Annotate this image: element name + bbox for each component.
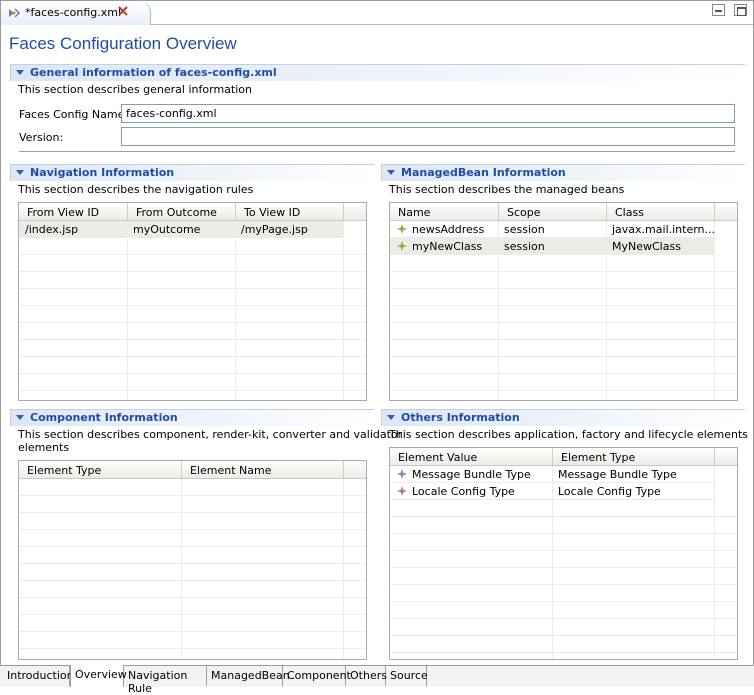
- navigation-section-header[interactable]: Navigation Information: [10, 164, 374, 181]
- cell-element-value: Message Bundle Type: [412, 468, 531, 481]
- cell-name: newsAddress: [412, 223, 485, 236]
- minimize-button[interactable]: [711, 4, 725, 16]
- column-header-element-type[interactable]: Element Type: [19, 461, 182, 479]
- cell-name: myNewClass: [412, 240, 483, 253]
- tab-source[interactable]: Source: [386, 666, 428, 686]
- cell-to-view-id: /myPage.jsp: [241, 223, 308, 236]
- cell-element-type: Locale Config Type: [558, 485, 661, 498]
- others-section-title: Others Information: [401, 411, 520, 424]
- navigation-table-header: From View ID From Outcome To View ID: [19, 203, 366, 221]
- general-section-title: General information of faces-config.xml: [30, 66, 277, 79]
- column-header-from-view-id[interactable]: From View ID: [19, 203, 128, 221]
- component-section-title: Component Information: [30, 411, 178, 424]
- managed-bean-section-header[interactable]: ManagedBean Information: [381, 164, 745, 181]
- editor-tab-strip: *faces-config.xml: [1, 1, 753, 25]
- component-section-header[interactable]: Component Information: [10, 409, 374, 426]
- managed-bean-section-title: ManagedBean Information: [401, 166, 566, 179]
- table-row[interactable]: Message Bundle Type Message Bundle Type: [390, 466, 715, 483]
- version-input[interactable]: [121, 127, 735, 146]
- cell-from-view-id: /index.jsp: [25, 223, 79, 236]
- component-section-description-cont: elements: [18, 441, 70, 454]
- column-header-element-value[interactable]: Element Value: [390, 448, 553, 466]
- expand-triangle-icon: [387, 415, 395, 420]
- cell-element-type: Message Bundle Type: [558, 468, 677, 481]
- section-divider: [19, 151, 735, 152]
- component-table-header: Element Type Element Name: [19, 461, 366, 479]
- column-header-name[interactable]: Name: [390, 203, 499, 221]
- table-row[interactable]: myNewClass session MyNewClass: [390, 238, 715, 255]
- maximize-button[interactable]: [734, 4, 747, 16]
- expand-triangle-icon: [387, 170, 395, 175]
- navigation-section-description: This section describes the navigation ru…: [18, 183, 254, 196]
- tab-component[interactable]: Component: [283, 666, 351, 686]
- expand-triangle-icon: [16, 170, 24, 175]
- others-table-header: Element Value Element Type: [390, 448, 737, 466]
- cell-element-value: Locale Config Type: [412, 485, 515, 498]
- table-row[interactable]: Locale Config Type Locale Config Type: [390, 483, 715, 500]
- tab-others[interactable]: Others: [346, 666, 387, 686]
- others-table[interactable]: Element Value Element Type Message Bundl…: [389, 447, 738, 660]
- managed-bean-table-header: Name Scope Class: [390, 203, 737, 221]
- tab-managed-bean[interactable]: ManagedBean: [207, 666, 290, 686]
- column-header-to-view-id[interactable]: To View ID: [236, 203, 344, 221]
- expand-triangle-icon: [16, 70, 24, 75]
- navigation-table[interactable]: From View ID From Outcome To View ID /in…: [18, 202, 367, 401]
- editor-page-tabs: Introduction Overview Navigation Rule Ma…: [0, 665, 754, 695]
- tab-navigation-rule[interactable]: Navigation Rule: [124, 666, 207, 695]
- version-label: Version:: [19, 131, 64, 144]
- managed-bean-section-description: This section describes the managed beans: [389, 183, 625, 196]
- table-row[interactable]: /index.jsp myOutcome /myPage.jsp: [19, 221, 344, 238]
- others-section-description: This section describes application, fact…: [389, 428, 749, 441]
- cell-scope: session: [504, 240, 545, 253]
- column-header-class[interactable]: Class: [607, 203, 715, 221]
- faces-config-name-label: Faces Config Name:: [19, 108, 129, 121]
- page-title: Faces Configuration Overview: [9, 34, 237, 53]
- managed-bean-table[interactable]: Name Scope Class newsAddress session jav…: [389, 202, 738, 401]
- component-section-description: This section describes component, render…: [18, 428, 403, 441]
- editor-tab-faces-config[interactable]: *faces-config.xml: [1, 1, 151, 25]
- cell-scope: session: [504, 223, 545, 236]
- table-row[interactable]: newsAddress session javax.mail.intern...: [390, 221, 715, 238]
- others-section-header[interactable]: Others Information: [381, 409, 745, 426]
- editor-tab-title: *faces-config.xml: [25, 6, 122, 19]
- expand-triangle-icon: [16, 415, 24, 420]
- column-header-element-name[interactable]: Element Name: [182, 461, 344, 479]
- column-header-scope[interactable]: Scope: [499, 203, 607, 221]
- cell-from-outcome: myOutcome: [133, 223, 201, 236]
- faces-config-file-icon: [9, 8, 21, 18]
- column-header-from-outcome[interactable]: From Outcome: [128, 203, 236, 221]
- navigation-section-title: Navigation Information: [30, 166, 175, 179]
- editor-window: *faces-config.xml Faces Configuration Ov…: [0, 0, 754, 687]
- tab-overview[interactable]: Overview: [70, 665, 127, 687]
- close-icon[interactable]: [117, 5, 129, 17]
- cell-class: MyNewClass: [612, 240, 681, 253]
- tab-introduction[interactable]: Introduction: [3, 666, 74, 686]
- component-table[interactable]: Element Type Element Name: [18, 460, 367, 660]
- general-section-description: This section describes general informati…: [18, 83, 252, 96]
- column-header-element-type[interactable]: Element Type: [553, 448, 715, 466]
- general-section-header[interactable]: General information of faces-config.xml: [10, 64, 745, 81]
- faces-config-name-input[interactable]: faces-config.xml: [121, 104, 735, 123]
- cell-class: javax.mail.intern...: [612, 223, 714, 236]
